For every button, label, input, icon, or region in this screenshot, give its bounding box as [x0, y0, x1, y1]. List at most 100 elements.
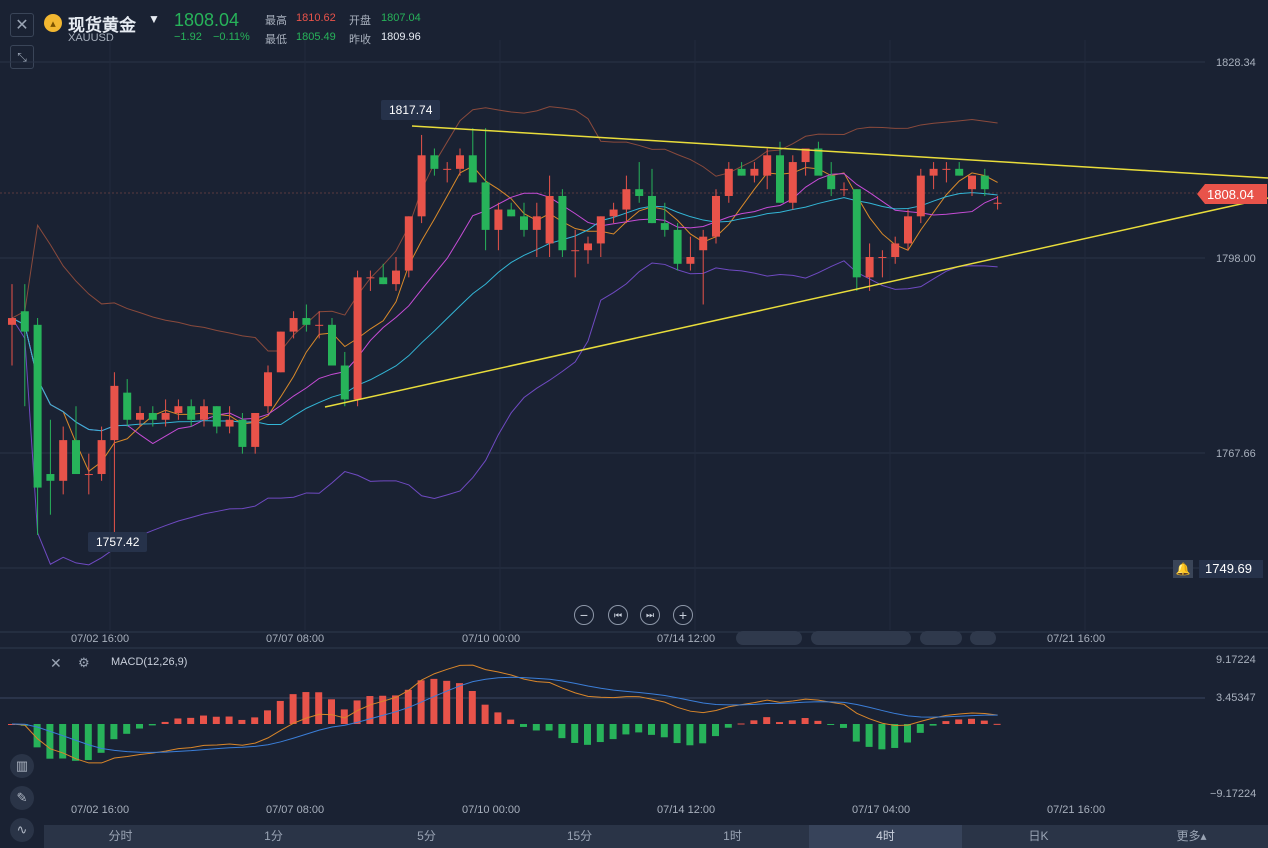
candlestick-icon[interactable]: ▥ — [10, 754, 34, 778]
macd-histogram-bar — [955, 719, 963, 724]
macd-histogram-bar — [699, 724, 707, 744]
candle — [571, 250, 580, 252]
macd-histogram-bar — [840, 724, 847, 728]
candle — [520, 216, 528, 230]
macd-tick: 3.45347 — [1216, 692, 1256, 704]
candle — [494, 209, 503, 230]
candle — [84, 474, 93, 476]
macd-tick: −9.17224 — [1210, 788, 1257, 800]
macd-dea-line — [11, 676, 998, 753]
macd-histogram-bar — [993, 723, 1001, 725]
macd-histogram-bar — [814, 720, 822, 724]
event-markers[interactable] — [811, 631, 911, 645]
time-tick: 07/14 12:00 — [657, 633, 716, 645]
macd-histogram-bar — [379, 695, 387, 724]
candle — [430, 155, 439, 169]
candle — [110, 385, 119, 441]
candle — [481, 182, 490, 230]
candle — [737, 168, 746, 176]
candle — [814, 148, 823, 176]
macd-histogram-bar — [801, 718, 809, 724]
candle — [584, 243, 592, 251]
macd-histogram-bar — [673, 724, 681, 744]
macd-histogram-bar — [891, 724, 899, 748]
price-chart[interactable] — [0, 0, 1268, 848]
candle — [827, 175, 836, 190]
close-indicator-icon[interactable]: ✕ — [50, 655, 62, 672]
candle — [251, 412, 260, 447]
tab-15min[interactable]: 15分 — [503, 825, 656, 848]
candle — [392, 270, 400, 285]
candle — [609, 209, 618, 217]
macd-dif-line — [11, 664, 998, 764]
macd-histogram-bar — [520, 724, 527, 727]
candle — [404, 216, 413, 271]
macd-histogram-bar — [46, 724, 54, 759]
candle — [276, 331, 285, 373]
macd-histogram-bar — [225, 716, 233, 724]
tab-1min[interactable]: 1分 — [197, 825, 350, 848]
bell-icon[interactable]: 🔔 — [1173, 560, 1193, 578]
time-tick: 07/10 00:00 — [462, 633, 521, 645]
trendline — [324, 197, 1268, 408]
event-markers[interactable] — [970, 631, 996, 645]
macd-histogram-bar — [827, 724, 835, 725]
candle — [724, 168, 733, 196]
macd-histogram-bar — [878, 724, 886, 750]
candle — [776, 155, 784, 203]
time-tick: 07/21 16:00 — [1047, 633, 1106, 645]
candle — [97, 440, 106, 475]
tab-daily[interactable]: 日K — [962, 825, 1115, 848]
candle — [622, 189, 631, 210]
indicator-icon[interactable]: ∿ — [10, 818, 34, 842]
indicator-lines — [11, 106, 998, 566]
macd-tick: 9.17224 — [1216, 654, 1256, 666]
pen-icon[interactable]: ✎ — [10, 786, 34, 810]
price-tick: 1798.00 — [1216, 253, 1256, 265]
candle — [699, 236, 708, 251]
skip-forward-button[interactable]: ⏭ — [640, 605, 660, 625]
tab-more[interactable]: 更多▴ — [1115, 825, 1268, 848]
settings-icon[interactable]: ⚙ — [78, 655, 90, 671]
macd-histogram-bar — [84, 724, 92, 761]
candle — [20, 311, 29, 332]
candle — [212, 406, 221, 427]
candle — [46, 474, 55, 481]
macd-histogram-bar — [238, 719, 246, 724]
macd-histogram-bar — [558, 724, 566, 739]
tab-timeshare[interactable]: 分时 — [44, 825, 197, 848]
macd-histogram-bar — [916, 724, 924, 733]
macd-histogram-bar — [750, 720, 758, 724]
candle — [456, 155, 464, 169]
candle — [340, 365, 349, 400]
event-markers[interactable] — [736, 631, 802, 645]
macd-histogram-bar — [289, 694, 297, 724]
candle — [353, 277, 362, 400]
event-markers[interactable] — [920, 631, 962, 645]
current-price-label: 1808.04 — [1207, 187, 1254, 202]
zoom-out-button[interactable]: − — [574, 605, 594, 625]
candle — [417, 155, 426, 217]
macd-histogram-bar — [712, 724, 719, 737]
period-tabs: 分时 1分 5分 15分 1时 4时 日K 更多▴ — [44, 825, 1268, 848]
candle — [289, 318, 298, 332]
tab-4hour[interactable]: 4时 — [809, 825, 962, 848]
skip-back-button[interactable]: ⏮ — [608, 605, 628, 625]
macd-histogram-bar — [315, 692, 323, 724]
candle — [635, 189, 644, 196]
trendline — [411, 125, 1268, 179]
macd-histogram-bar — [686, 724, 694, 746]
macd-histogram-bar — [776, 722, 783, 724]
macd-chart — [8, 664, 1001, 764]
zoom-in-button[interactable]: + — [673, 605, 693, 625]
macd-label: MACD(12,26,9) — [111, 656, 188, 668]
candle — [596, 216, 605, 244]
candle — [366, 277, 375, 279]
tab-5min[interactable]: 5分 — [350, 825, 503, 848]
candle — [865, 257, 874, 278]
macd-histogram-bar — [596, 724, 604, 743]
tab-1hour[interactable]: 1时 — [656, 825, 809, 848]
candle — [148, 412, 157, 420]
macd-histogram-bar — [852, 724, 860, 742]
candle — [763, 155, 772, 176]
